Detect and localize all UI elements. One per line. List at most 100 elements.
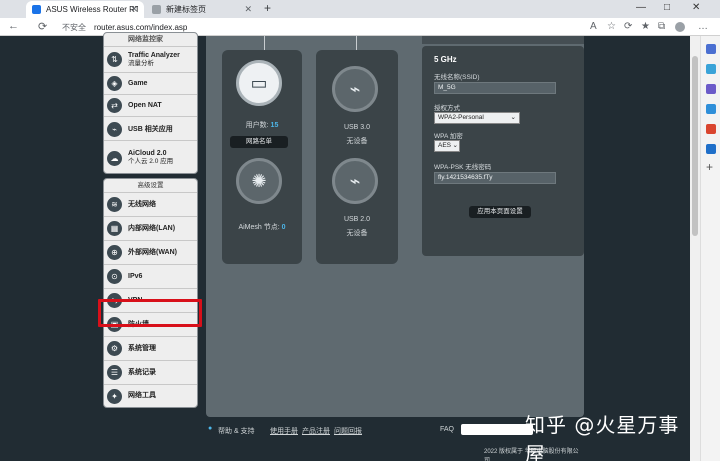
menu-item-wan[interactable]: ⊕ 外部网络(WAN) (104, 241, 197, 265)
usb3-status: 无设备 (346, 138, 368, 145)
maximize-button[interactable]: □ (664, 2, 670, 13)
shopping-icon[interactable] (706, 64, 716, 74)
psk-label: WPA-PSK 无线密码 (434, 164, 492, 171)
clients-circle[interactable]: ▭ (236, 60, 282, 106)
menu-label: IPv6 (128, 272, 143, 280)
tab-newtab[interactable]: 新建标签页 ✕ (146, 1, 258, 18)
new-tab-button[interactable]: + (264, 1, 271, 15)
view-client-list-button[interactable]: 网路名单 (230, 136, 288, 148)
menu-item-network-tools[interactable]: ✦ 网络工具 (104, 385, 197, 407)
registration-link[interactable]: 产品注册 (302, 426, 330, 436)
menu-item-aicloud[interactable]: ☁ AiCloud 2.0 个人云 2.0 应用 (104, 143, 197, 173)
usb-icon: ⌁ (107, 122, 122, 137)
faq-search-input[interactable] (461, 424, 533, 435)
auth-method-select[interactable]: WPA2-Personal ⌄ (434, 112, 520, 124)
advanced-menu: 高级设置 ≋ 无线网络 ▦ 内部网络(LAN) ⊕ 外部网络(WAN) ⊙ IP… (103, 178, 198, 408)
menu-item-lan[interactable]: ▦ 内部网络(LAN) (104, 217, 197, 241)
tab-router-title: ASUS Wireless Router RT-AC86U - 网络地图 (46, 5, 138, 14)
page-scrollbar[interactable] (690, 36, 700, 461)
office-icon[interactable] (706, 124, 716, 134)
clients-count: 15 (270, 122, 279, 129)
menu-item-game[interactable]: ◈ Game (104, 73, 197, 95)
log-icon: ☰ (107, 365, 122, 380)
favorite-icon[interactable]: ☆ (607, 21, 616, 32)
read-aloud-icon[interactable]: A (590, 21, 597, 32)
menu-item-traffic-analyzer[interactable]: ⇅ Traffic Analyzer 流量分析 (104, 47, 197, 73)
usb2-circle[interactable]: ⌁ (332, 158, 378, 204)
tools-icon: ✦ (107, 388, 122, 404)
lan-icon: ▦ (107, 221, 122, 236)
left-menu: 网络监控家 ⇅ Traffic Analyzer 流量分析 ◈ Game ⇄ Op… (103, 32, 198, 448)
url-text: router.asus.com/index.asp (94, 22, 188, 32)
menu-item-system-log[interactable]: ☰ 系统记录 (104, 361, 197, 385)
ipv6-highlight-box (98, 299, 202, 327)
menu-label: Traffic Analyzer (128, 51, 180, 59)
menu-item-wireless[interactable]: ≋ 无线网络 (104, 193, 197, 217)
menu-label: AiCloud 2.0 (128, 150, 167, 157)
menu-label: 无线网络 (128, 200, 156, 208)
menu-item-usb[interactable]: ⌁ USB 相关应用 (104, 119, 197, 141)
minimize-button[interactable]: — (636, 2, 646, 13)
connector-line (356, 36, 357, 50)
add-icon[interactable]: + (706, 160, 716, 174)
monitor-icon: ▭ (250, 72, 268, 93)
auth-method-value: WPA2-Personal (438, 114, 484, 121)
menu-item-open-nat[interactable]: ⇄ Open NAT (104, 95, 197, 117)
tab-newtab-title: 新建标签页 (166, 5, 206, 14)
menu-item-ipv6[interactable]: ⊙ IPv6 (104, 265, 197, 289)
help-support-link[interactable]: 帮助 & 支持 (218, 426, 255, 436)
security-warning[interactable]: 不安全 (62, 22, 86, 33)
psk-input[interactable]: fly.1421534635.fTy (434, 172, 556, 184)
menu-sublabel: 个人云 2.0 应用 (128, 158, 174, 165)
clients-column: ▭ 用户数: 15 网路名单 ✺ AiMesh 节点: 0 (222, 50, 302, 264)
menu-label: 外部网络(WAN) (128, 248, 177, 256)
outlook-icon[interactable] (706, 144, 716, 154)
nat-icon: ⇄ (107, 98, 122, 113)
manual-link[interactable]: 使用手册 (270, 426, 298, 436)
close-window-button[interactable]: ✕ (692, 2, 700, 13)
menu-item-bandwidth[interactable]: 网络监控家 (104, 33, 197, 47)
chevron-down-icon: ⌄ (452, 142, 458, 149)
scrollbar-thumb[interactable] (692, 56, 698, 236)
collections-icon[interactable]: ⧉ (658, 21, 665, 32)
wireless-panel-top (422, 36, 584, 44)
favorites-icon[interactable]: ★ (641, 21, 650, 32)
usb3-circle[interactable]: ⌁ (332, 66, 378, 112)
traffic-icon: ⇅ (107, 52, 122, 67)
aimesh-label: AiMesh 节点: (238, 224, 280, 231)
aimesh-icon: ✺ (251, 170, 267, 191)
search-icon[interactable] (706, 44, 716, 54)
admin-icon: ⚙ (107, 341, 122, 356)
tab-close-icon[interactable]: ✕ (130, 4, 138, 15)
back-icon[interactable]: ← (8, 20, 19, 32)
wpa-encryption-select[interactable]: AES ⌄ (434, 140, 460, 152)
usb-plug-icon: ⌁ (349, 170, 361, 191)
tab-close-icon[interactable]: ✕ (244, 4, 252, 15)
profile-icon[interactable] (675, 22, 685, 32)
usb2-label: USB 2.0 (343, 216, 371, 223)
ssid-label: 无线名称(SSID) (434, 74, 480, 81)
ssid-input[interactable]: M_5G (434, 82, 556, 94)
clients-label: 用户数: (245, 122, 269, 129)
menu-label: 网络监控家 (128, 35, 163, 43)
menu-item-administration[interactable]: ⚙ 系统管理 (104, 337, 197, 361)
feedback-link[interactable]: 问题回报 (334, 426, 362, 436)
games-icon[interactable] (706, 104, 716, 114)
clients-count-label: 用户数: 15 (222, 120, 302, 130)
menu-label: Open NAT (128, 101, 162, 109)
network-map-panel: ▭ 用户数: 15 网路名单 ✺ AiMesh 节点: 0 ⌁ USB 3.0 … (206, 36, 584, 417)
menu-label: USB 相关应用 (128, 125, 173, 133)
refresh-icon[interactable]: ⟳ (38, 20, 47, 33)
reload-ext-icon[interactable]: ⟳ (624, 21, 632, 32)
tab-router[interactable]: ASUS Wireless Router RT-AC86U - 网络地图 ✕ (26, 1, 144, 18)
menu-sublabel: 流量分析 (128, 59, 154, 67)
tools-icon[interactable] (706, 84, 716, 94)
faq-label: FAQ (440, 426, 455, 433)
apply-settings-button[interactable]: 应用本页面设置 (469, 206, 531, 218)
more-icon[interactable]: … (698, 21, 708, 32)
aimesh-circle[interactable]: ✺ (236, 158, 282, 204)
newtab-favicon-icon (152, 5, 161, 14)
connector-line (264, 36, 265, 50)
wan-icon: ⊕ (107, 245, 122, 260)
wpa-encryption-label: WPA 加密 (434, 133, 463, 140)
